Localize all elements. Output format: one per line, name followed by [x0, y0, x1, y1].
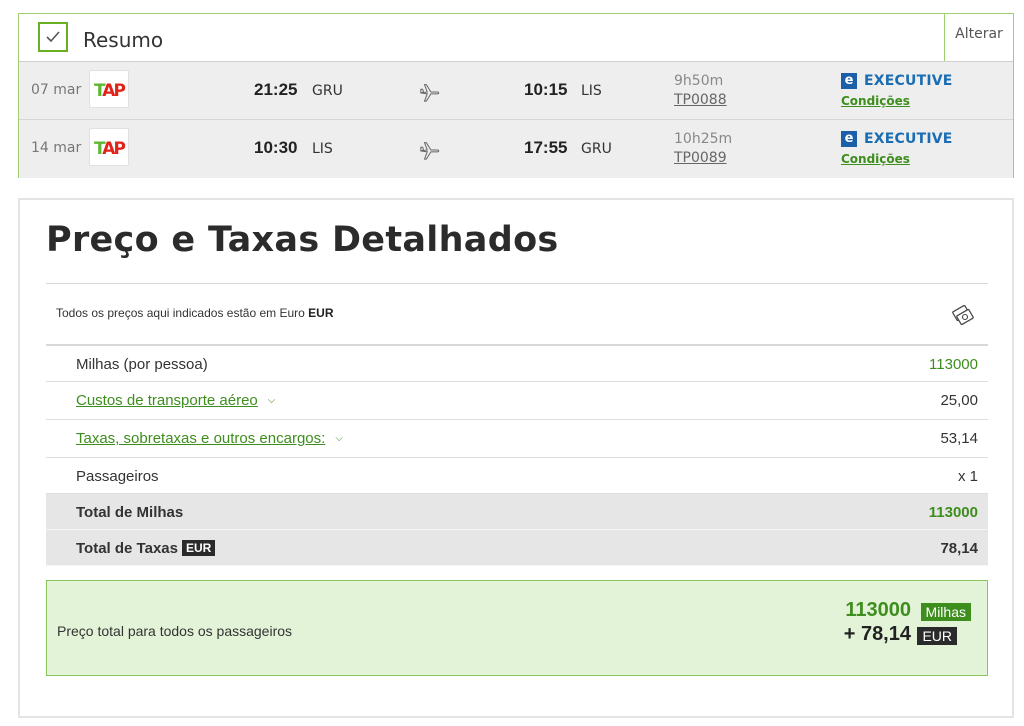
departure-time: 10:30 [254, 138, 298, 157]
flight-date: 07 mar [31, 82, 82, 98]
row-value: 113000 [929, 356, 978, 373]
summary-title: Resumo [83, 28, 164, 52]
row-label: Passageiros [76, 468, 159, 485]
plane-icon [419, 81, 441, 108]
price-details-card: Preço e Taxas Detalhados Todos os preços… [18, 198, 1014, 718]
row-value: 25,00 [940, 392, 978, 409]
conditions-link[interactable]: Condições [841, 152, 910, 166]
flight-number-link[interactable]: TP0089 [674, 150, 727, 166]
row-miles-per-person: Milhas (por pessoa) 113000 [46, 346, 988, 382]
departure-airport: GRU [312, 83, 343, 99]
row-passengers: Passageiros x 1 [46, 458, 988, 494]
check-icon [38, 22, 68, 52]
chevron-down-icon: ⌵ [267, 395, 276, 406]
row-air-transport-costs[interactable]: Custos de transporte aéreo ⌵ 25,00 [46, 382, 988, 420]
arrival-time: 10:15 [524, 80, 568, 99]
flight-date: 14 mar [31, 140, 82, 156]
departure-airport: LIS [312, 141, 333, 157]
currency-note: Todos os preços aqui indicados estão em … [56, 306, 334, 320]
arrival-airport: LIS [581, 83, 602, 99]
row-label: Total de Milhas [76, 504, 184, 521]
currency-note-text: Todos os preços aqui indicados estão em … [56, 306, 305, 320]
row-label: Total de Taxas EUR [76, 540, 216, 557]
row-taxes-fees[interactable]: Taxas, sobretaxas e outros encargos: ⌵ 53… [46, 420, 988, 458]
money-icon [950, 302, 976, 333]
arrival-airport: GRU [581, 141, 612, 157]
arrival-time: 17:55 [524, 138, 568, 157]
cabin-class: EXECUTIVE [864, 73, 953, 89]
row-total-taxes: Total de Taxas EUR 78,14 [46, 530, 988, 566]
row-value: 53,14 [940, 430, 978, 447]
flight-duration: 10h25m [674, 131, 733, 147]
summary-header: Resumo Alterar [19, 14, 1013, 62]
conditions-link[interactable]: Condições [841, 94, 910, 108]
currency-code: EUR [308, 306, 334, 320]
air-transport-costs-toggle[interactable]: Custos de transporte aéreo ⌵ [76, 392, 275, 409]
page-title: Preço e Taxas Detalhados [46, 220, 559, 260]
chevron-down-icon: ⌵ [335, 433, 343, 444]
change-button[interactable]: Alterar [944, 14, 1013, 61]
total-taxes: + 78,14 [843, 623, 911, 645]
total-miles: 113000 [845, 599, 911, 621]
flight-row-outbound: 07 mar TAP 21:25 GRU 10:15 LIS 9h50m TP0… [19, 62, 1013, 120]
departure-time: 21:25 [254, 80, 298, 99]
flight-row-return: 14 mar TAP 10:30 LIS 17:55 GRU 10h25m TP… [19, 120, 1013, 178]
executive-icon: e [841, 73, 857, 89]
row-value: x 1 [957, 468, 978, 485]
row-value: 78,14 [940, 540, 978, 557]
cabin-class: EXECUTIVE [864, 131, 953, 147]
currency-badge: EUR [917, 627, 957, 645]
currency-badge: EUR [181, 540, 216, 556]
row-value: 113000 [928, 504, 978, 521]
plane-icon [419, 139, 441, 166]
row-total-miles: Total de Milhas 113000 [46, 494, 988, 530]
executive-icon: e [841, 131, 857, 147]
miles-badge: Milhas [920, 603, 971, 621]
divider [46, 283, 988, 284]
total-price-box: Preço total para todos os passageiros 11… [46, 580, 988, 676]
total-label: Preço total para todos os passageiros [57, 623, 293, 639]
flight-duration: 9h50m [674, 73, 724, 89]
summary-card: Resumo Alterar 07 mar TAP 21:25 GRU 10:1… [18, 13, 1014, 178]
airline-logo: TAP [89, 70, 129, 108]
airline-logo: TAP [89, 128, 129, 166]
row-label: Milhas (por pessoa) [76, 356, 208, 373]
flight-number-link[interactable]: TP0088 [674, 92, 727, 108]
taxes-fees-toggle[interactable]: Taxas, sobretaxas e outros encargos: ⌵ [76, 430, 343, 447]
